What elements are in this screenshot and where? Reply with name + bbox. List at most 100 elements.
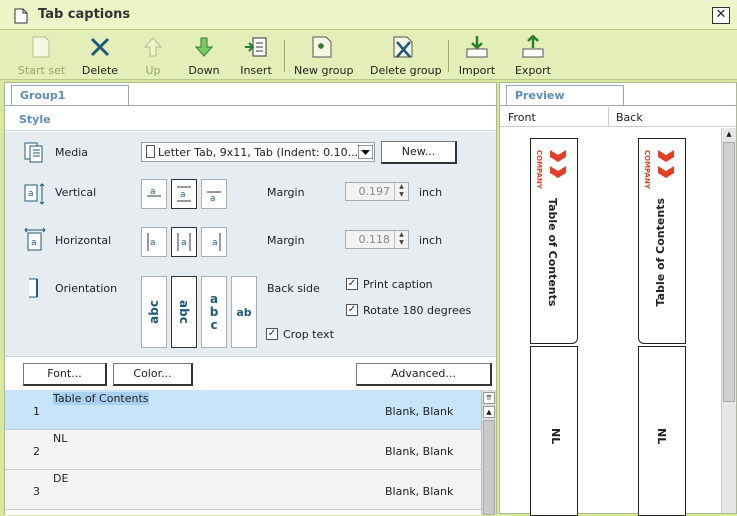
list-item[interactable]: 2 NL Blank, Blank [5, 430, 481, 470]
horizontal-margin-value: 0.118 [358, 233, 391, 246]
horizontal-margin-input[interactable]: 0.118 ▲ ▼ [345, 230, 409, 249]
vertical-align-icon: a [24, 183, 45, 205]
scroll-top-icon[interactable]: ⇈ [483, 392, 495, 404]
row-caption: Table of Contents [53, 392, 149, 405]
new-media-button[interactable]: New... [381, 141, 457, 164]
start-set-button[interactable]: Start set [18, 34, 66, 77]
delete-button[interactable]: Delete [80, 34, 120, 77]
down-button[interactable]: Down [186, 34, 222, 77]
row-number: 3 [33, 485, 40, 498]
export-label: Export [514, 64, 551, 77]
window-title: Tab captions [38, 7, 131, 22]
delete-group-button[interactable]: Delete group [370, 34, 442, 77]
orientation-horizontal-text: ab [236, 305, 252, 319]
rotate-checkbox[interactable]: ✓ [346, 304, 358, 316]
align-center-icon: a [177, 233, 191, 251]
orientation-down-text: abc [177, 300, 191, 324]
horizontal-left-button[interactable]: a [141, 227, 167, 257]
group-panel: Group1 Style Media Letter Tab, 9x11, Tab… [4, 82, 497, 515]
print-caption-label: Print caption [363, 278, 433, 291]
front-label: Front [508, 111, 536, 124]
company-logo-chevrons [550, 150, 566, 178]
style-section-header: Style [5, 107, 496, 131]
row-caption: DE [53, 472, 69, 485]
scroll-up-icon[interactable]: ▲ [724, 130, 734, 138]
align-bottom-icon: a [207, 191, 221, 204]
start-set-label: Start set [18, 64, 66, 77]
vertical-center-button[interactable]: a [171, 179, 197, 209]
close-button[interactable]: ✕ [712, 7, 730, 24]
back-side-label: Back side [267, 282, 320, 295]
spin-arrows-icon[interactable]: ▲ ▼ [394, 231, 408, 248]
list-item[interactable]: 3 DE Blank, Blank [5, 470, 481, 510]
svg-text:COMPANY: COMPANY [535, 150, 543, 190]
company-logo: COMPANY [535, 150, 543, 190]
horizontal-margin-label: Margin [267, 234, 305, 247]
horizontal-right-button[interactable]: a [201, 227, 227, 257]
scroll-thumb[interactable] [483, 420, 495, 515]
down-label: Down [188, 64, 220, 77]
font-button[interactable]: Font... [23, 363, 107, 386]
orientation-down-button[interactable]: abc [171, 276, 197, 348]
insert-button[interactable]: Insert [238, 34, 274, 77]
orientation-stacked-button[interactable]: abc [201, 276, 227, 348]
horizontal-unit: inch [419, 234, 443, 247]
vertical-margin-input[interactable]: 0.197 ▲ ▼ [345, 182, 409, 201]
orientation-up-button[interactable]: abc [141, 276, 167, 348]
export-button[interactable]: Export [514, 34, 552, 77]
import-label: Import [458, 64, 496, 77]
row-sides: Blank, Blank [385, 405, 454, 418]
page-icon [146, 145, 155, 158]
scroll-thumb[interactable] [723, 142, 735, 402]
horizontal-align-icon: a [24, 228, 46, 251]
scroll-up-icon[interactable]: ▲ [483, 406, 495, 418]
vertical-bottom-button[interactable]: a [201, 179, 227, 209]
down-arrow-icon [186, 34, 222, 60]
crop-text-checkbox[interactable]: ✓ [266, 328, 278, 340]
row-sides: Blank, Blank [385, 485, 454, 498]
new-group-label: New group [294, 64, 354, 77]
import-button[interactable]: Import [458, 34, 496, 77]
column-divider [608, 107, 609, 127]
insert-label: Insert [240, 64, 272, 77]
company-logo-chevrons [658, 150, 674, 178]
import-icon [458, 34, 496, 60]
company-logo: COMPANY [643, 150, 651, 190]
dropdown-arrow-icon [358, 145, 373, 159]
orientation-up-text: abc [147, 300, 161, 324]
advanced-button[interactable]: Advanced... [356, 363, 492, 386]
back-tab-2-text: NL [655, 428, 668, 445]
title-bar: Tab captions ✕ [0, 0, 737, 30]
align-top-icon: a [147, 187, 161, 197]
svg-text:a: a [210, 194, 216, 204]
vertical-margin-value: 0.197 [358, 185, 391, 198]
orientation-horizontal-button[interactable]: ab [231, 276, 257, 348]
tab-preview[interactable]: Preview [506, 85, 624, 106]
svg-text:a: a [181, 238, 187, 248]
crop-text-label: Crop text [283, 328, 334, 341]
up-button[interactable]: Up [138, 34, 168, 77]
color-button[interactable]: Color... [113, 363, 193, 386]
media-value: Letter Tab, 9x11, Tab (Indent: 0.10... [158, 146, 359, 159]
tab-underline [500, 105, 736, 106]
row-caption: NL [53, 432, 68, 445]
delete-label: Delete [81, 64, 119, 77]
preview-canvas: COMPANY Table of Contents NL COMPANY Tab… [500, 128, 720, 516]
print-caption-checkbox[interactable]: ✓ [346, 278, 358, 290]
delete-group-label: Delete group [370, 64, 442, 77]
svg-text:COMPANY: COMPANY [643, 150, 651, 190]
rotate-label: Rotate 180 degrees [363, 304, 472, 317]
horizontal-center-button[interactable]: a [171, 227, 197, 257]
preview-header: Front Back [500, 107, 736, 127]
media-select[interactable]: Letter Tab, 9x11, Tab (Indent: 0.10... [141, 142, 375, 162]
preview-scrollbar[interactable]: ▲ [721, 128, 736, 513]
back-tab-1-text: Table of Contents [654, 198, 667, 307]
list-item[interactable]: 1 Table of Contents Blank, Blank [5, 390, 481, 430]
new-group-button[interactable]: New group [294, 34, 354, 77]
vertical-top-button[interactable]: a [141, 179, 167, 209]
spin-arrows-icon[interactable]: ▲ ▼ [394, 183, 408, 200]
tab-group1[interactable]: Group1 [11, 85, 129, 106]
document-icon [14, 8, 28, 24]
front-tab-1-text: Table of Contents [546, 198, 559, 307]
list-scrollbar[interactable]: ⇈ ▲ [481, 390, 496, 515]
